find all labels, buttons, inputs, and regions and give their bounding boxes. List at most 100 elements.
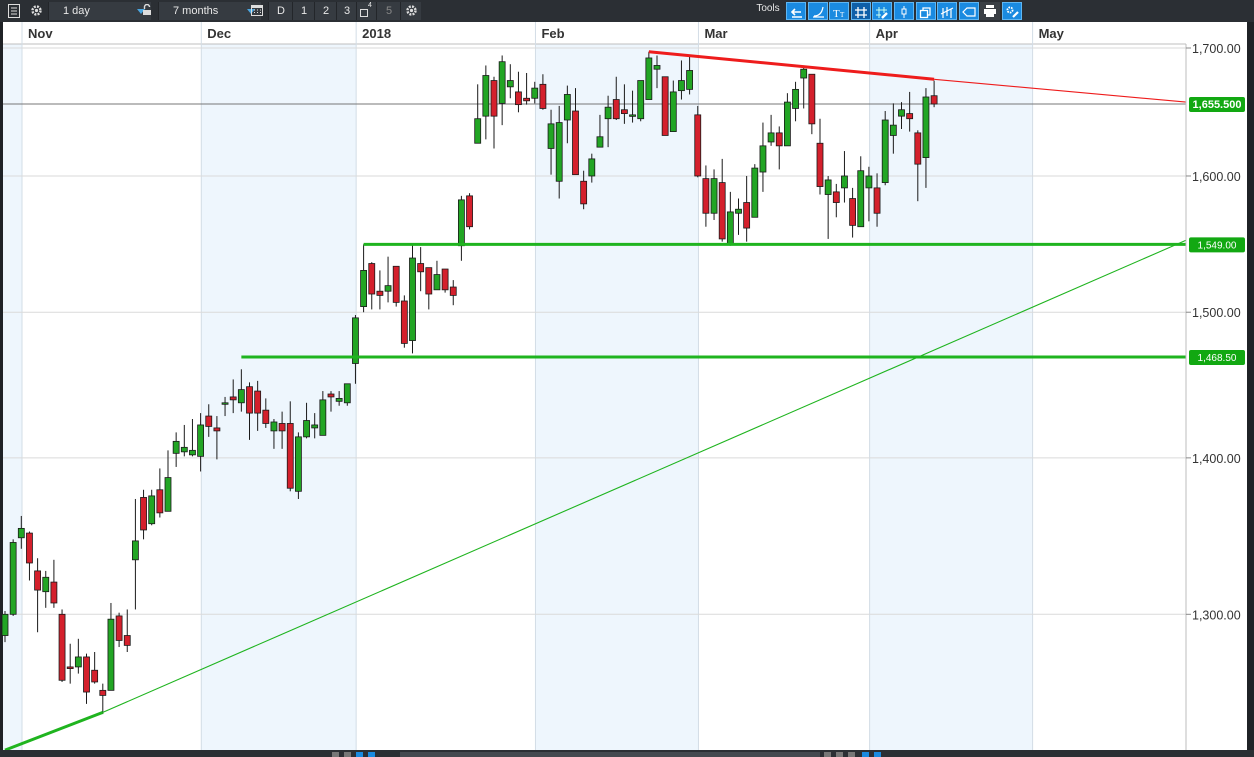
scroll-button[interactable]	[824, 752, 831, 757]
print-icon	[984, 5, 997, 17]
candle-body	[262, 409, 270, 424]
candle-body	[286, 423, 294, 489]
candle-body	[710, 178, 718, 214]
candle-up	[294, 432, 302, 499]
candle-body	[751, 167, 759, 218]
candle-up	[881, 111, 889, 186]
candle-body	[229, 396, 237, 401]
candle-body	[686, 70, 693, 90]
candle-up	[409, 243, 416, 354]
candle-body	[873, 187, 881, 214]
candle-down	[392, 265, 400, 307]
tool-button-candle[interactable]	[894, 2, 914, 20]
lock-icon[interactable]	[138, 2, 156, 20]
preset-1[interactable]: 1	[292, 2, 315, 20]
candle-body	[441, 268, 449, 291]
calendar-icon[interactable]	[248, 2, 266, 20]
interval-dropdown[interactable]: 1 day	[48, 2, 151, 20]
month-shade	[869, 44, 1033, 750]
candle-body	[889, 124, 897, 136]
tool-button-back-arrow[interactable]	[786, 2, 806, 20]
tool-button-print[interactable]	[980, 2, 1001, 20]
gear-icon[interactable]	[26, 2, 46, 20]
candle-body	[775, 132, 783, 147]
candle-body	[417, 263, 425, 273]
preset-3[interactable]: 3	[336, 2, 357, 20]
candle-body	[767, 132, 775, 143]
candle-body	[669, 91, 677, 132]
candle-body	[914, 132, 922, 165]
scroll-button[interactable]	[368, 752, 375, 757]
scroll-button[interactable]	[862, 752, 869, 757]
tool-button-draw-grid[interactable]	[872, 2, 893, 20]
preset-d[interactable]: D	[268, 2, 293, 20]
candle-body	[409, 257, 416, 341]
y-tick-label: 1,500.00	[1192, 306, 1241, 320]
candle-body	[180, 446, 188, 453]
tool-button-curve[interactable]	[807, 2, 828, 20]
tool-button-grid[interactable]	[850, 2, 871, 20]
scroll-button[interactable]	[874, 752, 881, 757]
grid-icon	[854, 7, 867, 18]
candle-body	[237, 389, 245, 404]
tool-button-bars[interactable]	[937, 2, 958, 20]
candle-body	[221, 402, 229, 405]
candle-body	[66, 666, 74, 669]
tool-button-text[interactable]: TT	[829, 2, 850, 20]
candle-down	[466, 193, 473, 230]
scroll-button[interactable]	[836, 752, 843, 757]
candle-body	[572, 110, 579, 176]
candle-body	[629, 114, 636, 117]
y-tick-label: 1,400.00	[1192, 452, 1241, 466]
candle-body	[800, 68, 808, 79]
price-tag-label: 1,468.50	[1198, 353, 1237, 364]
candle-body	[604, 106, 612, 120]
candle-body	[612, 99, 620, 120]
save-icon	[360, 9, 368, 17]
candle-body	[148, 495, 156, 525]
preset-4-save[interactable]: 4	[356, 2, 377, 20]
preset-5[interactable]: 5	[376, 2, 401, 20]
y-tick-label: 1,300.00	[1192, 608, 1241, 622]
candle-body	[718, 182, 726, 240]
candle-body	[759, 145, 767, 173]
scroll-button[interactable]	[356, 752, 363, 757]
candle-body	[865, 175, 873, 189]
candle-body	[91, 669, 99, 683]
candle-icon	[901, 6, 907, 18]
candle-body	[189, 449, 196, 456]
tool-button-tag[interactable]	[958, 2, 979, 20]
scroll-button[interactable]	[332, 752, 339, 757]
y-tick-label: 1,700.00	[1192, 42, 1241, 56]
candle-body	[580, 180, 588, 205]
text-icon: TT	[833, 8, 845, 19]
preset-2[interactable]: 2	[314, 2, 337, 20]
list-icon[interactable]	[4, 2, 24, 20]
candle-body	[384, 285, 392, 292]
gear-icon[interactable]	[400, 2, 421, 20]
candle-body	[906, 113, 914, 120]
range-value: 7 months	[173, 5, 219, 17]
chart-toolbar: 1 day 7 months D 1 2 3 4 5 Tools TT	[0, 0, 1254, 23]
range-dropdown[interactable]: 7 months	[158, 2, 261, 20]
candle-body	[197, 424, 205, 457]
candle-body	[34, 570, 41, 591]
price-tag-label: 1,655.500	[1193, 99, 1242, 111]
candle-body	[735, 208, 742, 214]
svg-text:T: T	[840, 11, 845, 19]
candle-body	[83, 656, 90, 693]
candle-body	[930, 95, 938, 105]
candle-body	[107, 618, 115, 691]
candle-body	[466, 195, 473, 228]
bottom-scrollbar[interactable]	[0, 750, 1254, 757]
month-label-may: May	[1039, 26, 1065, 41]
candle-body	[841, 175, 848, 189]
scroll-thumb[interactable]	[400, 752, 820, 757]
tool-button-settings[interactable]	[1002, 2, 1022, 20]
candle-body	[172, 440, 180, 454]
candle-body	[270, 421, 278, 432]
tool-button-layers[interactable]	[915, 2, 936, 20]
scroll-button[interactable]	[344, 752, 351, 757]
scroll-button[interactable]	[848, 752, 855, 757]
price-chart[interactable]: Nov Dec 2018 Feb Mar Apr May 1,700.00 1,600.00 1…	[0, 22, 1254, 750]
